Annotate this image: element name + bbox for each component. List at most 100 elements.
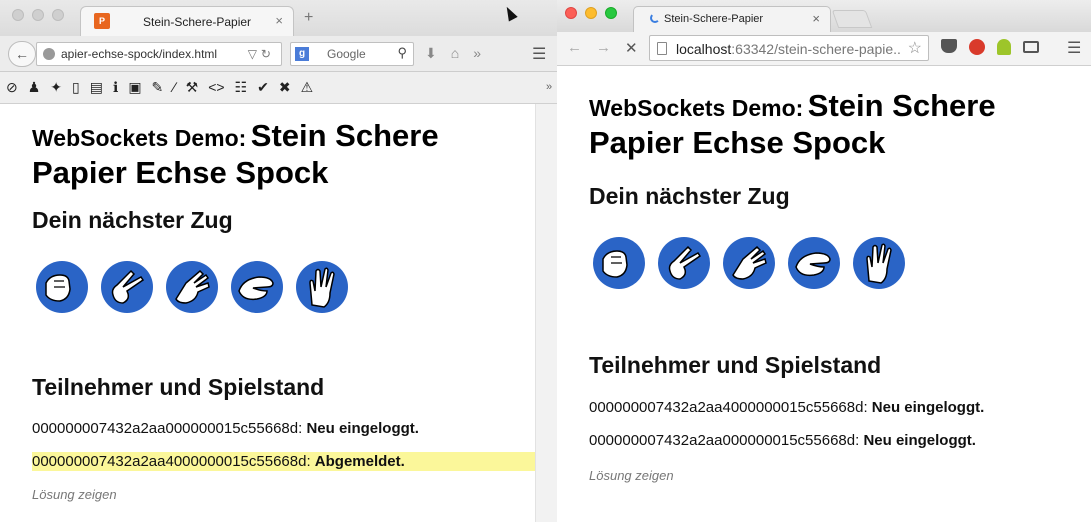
next-move-heading: Dein nächster Zug	[32, 207, 233, 233]
page-content: WebSockets Demo: Stein Schere Papier Ech…	[0, 104, 557, 522]
disable-icon[interactable]: ⊘	[6, 79, 18, 96]
paper-hand-icon[interactable]	[723, 237, 775, 289]
participants-heading: Teilnehmer und Spielstand	[32, 374, 325, 400]
player-status: Neu eingeloggt.	[306, 420, 419, 437]
package-icon[interactable]: ▣	[128, 79, 141, 96]
code-icon[interactable]: <>	[208, 79, 224, 96]
active-tab[interactable]: Stein-Schere-Papier ×	[633, 6, 831, 32]
player-row: 000000007432a2aa000000015c55668d: Neu ei…	[32, 420, 419, 437]
scissors-hand-icon[interactable]	[658, 237, 710, 289]
close-tab-icon[interactable]: ×	[812, 11, 820, 26]
scrollbar[interactable]	[535, 104, 557, 522]
player-id: 000000007432a2aa000000015c55668d:	[32, 420, 303, 437]
rock-hand-icon[interactable]	[593, 237, 645, 289]
tab-title: Stein-Schere-Papier	[143, 15, 252, 29]
minimize-window-button[interactable]	[585, 7, 597, 19]
bookmark-star-icon[interactable]: ☆	[908, 38, 922, 58]
gesture-buttons	[593, 237, 905, 289]
next-move-heading: Dein nächster Zug	[589, 183, 790, 209]
close-tab-icon[interactable]: ×	[275, 13, 283, 28]
image-icon[interactable]: ▤	[90, 79, 103, 96]
title-prefix: WebSockets Demo:	[32, 125, 247, 151]
scissors-hand-icon[interactable]	[101, 261, 153, 313]
hamburger-menu-icon[interactable]: ☰	[532, 44, 546, 64]
tab-bar: Stein-Schere-Papier ×	[557, 0, 1091, 32]
player-row: 000000007432a2aa4000000015c55668d: Neu e…	[589, 399, 984, 416]
page-title: WebSockets Demo: Stein Schere Papier Ech…	[32, 118, 512, 191]
minimize-window-button[interactable]	[32, 9, 44, 21]
firefox-window: P Stein-Schere-Papier × + ← apier-echse-…	[0, 0, 557, 522]
forward-arrow-icon[interactable]: →	[596, 39, 611, 57]
title-prefix: WebSockets Demo:	[589, 95, 804, 121]
sliders-icon[interactable]: ☷	[235, 79, 248, 96]
active-tab[interactable]: P Stein-Schere-Papier ×	[80, 6, 294, 36]
cast-icon[interactable]	[1023, 41, 1039, 53]
more-tools-icon[interactable]: »	[546, 81, 552, 93]
info-icon[interactable]: ℹ	[113, 79, 118, 96]
lizard-hand-icon[interactable]	[231, 261, 283, 313]
url-path: :63342/stein-schere-papie...	[731, 41, 902, 57]
google-icon: g	[295, 47, 309, 61]
show-solution-link[interactable]: Lösung zeigen	[32, 487, 117, 502]
player-id: 000000007432a2aa000000015c55668d:	[589, 432, 860, 449]
zoom-window-button[interactable]	[52, 9, 64, 21]
ruler-icon[interactable]: ∕	[173, 79, 175, 96]
tab-title: Stein-Schere-Papier	[664, 13, 764, 25]
mouse-cursor-icon	[502, 4, 518, 22]
pocket-icon[interactable]	[941, 39, 957, 53]
hamburger-menu-icon[interactable]: ☰	[1067, 38, 1081, 58]
back-button[interactable]: ←	[8, 41, 36, 67]
close-icon[interactable]: ✖	[279, 79, 291, 96]
navigation-toolbar: ← apier-echse-spock/index.html ▽↻ g Goog…	[0, 36, 557, 72]
player-status: Neu eingeloggt.	[863, 432, 976, 449]
tab-bar: P Stein-Schere-Papier × +	[0, 0, 557, 36]
player-id: 000000007432a2aa4000000015c55668d:	[589, 399, 868, 416]
new-tab-button[interactable]	[831, 10, 873, 28]
adblock-icon[interactable]	[969, 39, 985, 55]
close-window-button[interactable]	[12, 9, 24, 21]
zoom-window-button[interactable]	[605, 7, 617, 19]
lizard-hand-icon[interactable]	[788, 237, 840, 289]
stop-loading-icon[interactable]: ✕	[625, 39, 638, 57]
player-status: Neu eingeloggt.	[871, 399, 985, 416]
player-id: 000000007432a2aa4000000015c55668d:	[32, 453, 311, 470]
page-title: WebSockets Demo: Stein Schere Papier Ech…	[589, 88, 1069, 161]
paper-hand-icon[interactable]	[166, 261, 218, 313]
url-text: apier-echse-spock/index.html	[61, 47, 218, 61]
check-icon[interactable]: ✔	[257, 79, 269, 96]
rock-hand-icon[interactable]	[36, 261, 88, 313]
user-icon[interactable]: ♟	[28, 79, 41, 96]
pencil-icon[interactable]: ✎	[152, 79, 164, 96]
search-icon[interactable]: ⚲	[397, 45, 407, 61]
overflow-icon[interactable]: »	[473, 45, 481, 62]
gesture-buttons	[36, 261, 348, 313]
android-icon[interactable]	[997, 39, 1011, 55]
participants-heading: Teilnehmer und Spielstand	[589, 352, 882, 378]
new-tab-button[interactable]: +	[304, 9, 313, 27]
address-bar[interactable]: apier-echse-spock/index.html ▽↻	[36, 42, 282, 66]
page-icon	[657, 42, 667, 55]
address-bar[interactable]: localhost:63342/stein-schere-papie... ☆	[649, 35, 929, 61]
spock-hand-icon[interactable]	[296, 261, 348, 313]
back-arrow-icon[interactable]: ←	[567, 39, 582, 57]
show-solution-link[interactable]: Lösung zeigen	[589, 468, 674, 483]
downloads-icon[interactable]: ⬇	[425, 45, 437, 62]
window-controls	[565, 7, 617, 19]
clipboard-icon[interactable]: ▯	[72, 79, 80, 96]
close-window-button[interactable]	[565, 7, 577, 19]
url-host: localhost	[676, 41, 732, 57]
developer-toolbar: ⊘ ♟ ✦ ▯ ▤ ℹ ▣ ✎ ∕ ⚒ <> ☷ ✔ ✖ ⚠ »	[0, 72, 557, 104]
window-controls	[12, 9, 64, 21]
navigation-buttons: ← → ✕	[567, 39, 638, 57]
search-input[interactable]: g Google ⚲	[290, 42, 414, 66]
player-status: Abgemeldet.	[314, 453, 405, 470]
wrench-icon[interactable]: ⚒	[186, 79, 199, 96]
chrome-window: Stein-Schere-Papier × ← → ✕ localhost:63…	[557, 0, 1091, 522]
wand-icon[interactable]: ✦	[50, 79, 62, 96]
page-content: WebSockets Demo: Stein Schere Papier Ech…	[557, 66, 1091, 522]
reader-and-reload-icons[interactable]: ▽↻	[248, 47, 275, 61]
player-row: 000000007432a2aa000000015c55668d: Neu ei…	[589, 432, 976, 449]
spock-hand-icon[interactable]	[853, 237, 905, 289]
home-icon[interactable]: ⌂	[451, 45, 459, 62]
warning-icon[interactable]: ⚠	[301, 79, 314, 96]
